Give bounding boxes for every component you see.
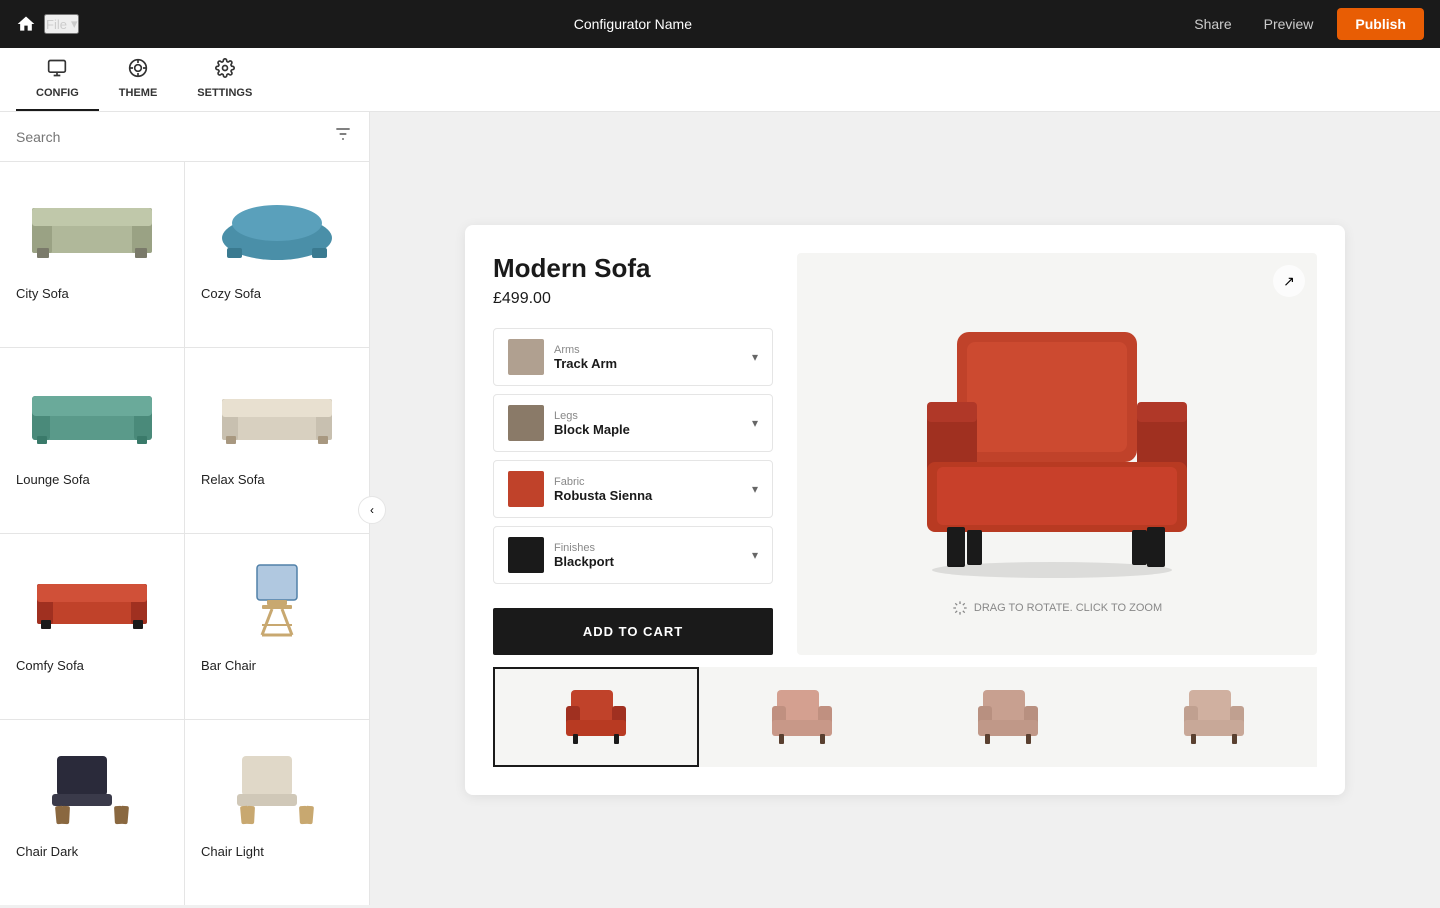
- share-button[interactable]: Share: [1186, 12, 1239, 36]
- option-finishes[interactable]: Finishes Blackport ▾: [493, 526, 773, 584]
- chevron-down-icon: ▾: [752, 482, 758, 496]
- product-name-city-sofa: City Sofa: [16, 286, 69, 301]
- search-bar: [0, 112, 369, 162]
- chair-svg: [897, 302, 1217, 582]
- product-name-chair-light: Chair Light: [201, 844, 264, 859]
- product-item-chair-light[interactable]: Chair Light: [185, 720, 369, 905]
- finishes-label: Finishes: [554, 542, 614, 554]
- tab-theme-label: THEME: [119, 87, 158, 99]
- tab-settings[interactable]: SETTINGS: [177, 48, 272, 111]
- fabric-label: Fabric: [554, 476, 652, 488]
- thumbnail-4[interactable]: [1111, 667, 1317, 767]
- product-item-chair-dark[interactable]: Chair Dark: [0, 720, 184, 905]
- drag-hint-text: DRAG TO ROTATE. CLICK TO ZOOM: [974, 602, 1162, 614]
- product-item-cozy-sofa[interactable]: Cozy Sofa: [185, 162, 369, 347]
- chevron-down-icon: ▾: [752, 350, 758, 364]
- sidebar: City Sofa Cozy Sofa: [0, 112, 370, 905]
- product-image: [212, 550, 342, 650]
- product-name-cozy-sofa: Cozy Sofa: [201, 286, 261, 301]
- chevron-down-icon: ▾: [752, 416, 758, 430]
- product-image: [212, 736, 342, 836]
- option-arms[interactable]: Arms Track Arm ▾: [493, 328, 773, 386]
- settings-icon: [215, 58, 235, 83]
- chevron-down-icon: ▾: [752, 548, 758, 562]
- legs-label: Legs: [554, 410, 630, 422]
- publish-button[interactable]: Publish: [1337, 8, 1424, 40]
- tab-settings-label: SETTINGS: [197, 87, 252, 99]
- main-layout: City Sofa Cozy Sofa: [0, 112, 1440, 908]
- product-item-relax-sofa[interactable]: Relax Sofa: [185, 348, 369, 533]
- product-image: [212, 178, 342, 278]
- fabric-swatch: [508, 471, 544, 507]
- product-name-bar-chair: Bar Chair: [201, 658, 256, 673]
- product-item-lounge-sofa[interactable]: Lounge Sofa: [0, 348, 184, 533]
- product-name-comfy-sofa: Comfy Sofa: [16, 658, 84, 673]
- arms-swatch: [508, 339, 544, 375]
- thumbnail-2[interactable]: [699, 667, 905, 767]
- tab-config[interactable]: CONFIG: [16, 48, 99, 111]
- thumbnail-strip: [493, 667, 1317, 767]
- option-fabric[interactable]: Fabric Robusta Sienna ▾: [493, 460, 773, 518]
- product-image: [212, 364, 342, 464]
- drag-hint: DRAG TO ROTATE. CLICK TO ZOOM: [952, 600, 1162, 616]
- product-price: £499.00: [493, 290, 773, 308]
- finishes-swatch: [508, 537, 544, 573]
- product-name-chair-dark: Chair Dark: [16, 844, 78, 859]
- main-product-image[interactable]: [887, 292, 1227, 592]
- tab-bar: CONFIG THEME SETTINGS: [0, 48, 1440, 112]
- arms-value: Track Arm: [554, 356, 617, 371]
- product-name-relax-sofa: Relax Sofa: [201, 472, 265, 487]
- product-title: Modern Sofa: [493, 253, 773, 284]
- product-viewer: ↗: [797, 253, 1317, 655]
- product-item-city-sofa[interactable]: City Sofa: [0, 162, 184, 347]
- product-image: [27, 178, 157, 278]
- product-name-lounge-sofa: Lounge Sofa: [16, 472, 90, 487]
- product-item-comfy-sofa[interactable]: Comfy Sofa: [0, 534, 184, 719]
- product-grid: City Sofa Cozy Sofa: [0, 162, 369, 905]
- sidebar-wrapper: City Sofa Cozy Sofa: [0, 112, 370, 908]
- product-card: Modern Sofa £499.00 Arms Track Arm ▾: [465, 225, 1345, 795]
- tab-theme[interactable]: THEME: [99, 48, 178, 111]
- add-to-cart-button[interactable]: ADD TO CART: [493, 608, 773, 655]
- main-content: Modern Sofa £499.00 Arms Track Arm ▾: [370, 112, 1440, 908]
- home-icon[interactable]: [16, 14, 36, 34]
- sidebar-collapse-button[interactable]: ‹: [358, 496, 386, 524]
- card-details: Modern Sofa £499.00 Arms Track Arm ▾: [493, 253, 773, 655]
- option-legs[interactable]: Legs Block Maple ▾: [493, 394, 773, 452]
- fabric-value: Robusta Sienna: [554, 488, 652, 503]
- filter-icon[interactable]: [333, 124, 353, 149]
- card-inner: Modern Sofa £499.00 Arms Track Arm ▾: [493, 253, 1317, 655]
- thumbnail-1[interactable]: [493, 667, 699, 767]
- product-item-bar-chair[interactable]: Bar Chair: [185, 534, 369, 719]
- theme-icon: [128, 58, 148, 83]
- product-image: [27, 736, 157, 836]
- tab-config-label: CONFIG: [36, 87, 79, 99]
- arms-label: Arms: [554, 344, 617, 356]
- nav-left: File ▾: [16, 14, 79, 34]
- expand-button[interactable]: ↗: [1273, 265, 1305, 297]
- search-input[interactable]: [16, 129, 333, 145]
- file-menu[interactable]: File ▾: [44, 14, 79, 34]
- top-navigation: File ▾ Configurator Name Share Preview P…: [0, 0, 1440, 48]
- configurator-title: Configurator Name: [574, 16, 692, 32]
- legs-value: Block Maple: [554, 422, 630, 437]
- nav-right: Share Preview Publish: [1186, 8, 1424, 40]
- legs-swatch: [508, 405, 544, 441]
- finishes-value: Blackport: [554, 554, 614, 569]
- config-icon: [47, 58, 67, 83]
- thumbnail-3[interactable]: [905, 667, 1111, 767]
- product-image: [27, 550, 157, 650]
- product-image: [27, 364, 157, 464]
- preview-button[interactable]: Preview: [1256, 12, 1322, 36]
